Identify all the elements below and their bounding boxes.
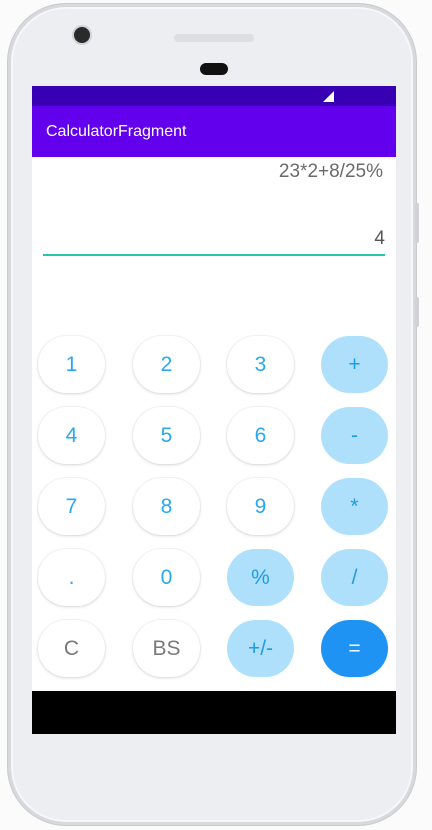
key-label: 4: [65, 423, 78, 447]
navigation-bar: [32, 691, 396, 734]
cell-signal-icon: [323, 91, 334, 102]
key-label: 0: [160, 565, 173, 589]
key-label: 5: [160, 423, 173, 447]
key-equals-button[interactable]: =: [321, 620, 388, 677]
key-4-button[interactable]: 4: [38, 407, 105, 464]
key-label: 7: [65, 494, 78, 518]
key-label: 1: [65, 352, 78, 376]
key-5-button[interactable]: 5: [133, 407, 200, 464]
key-subtract-button[interactable]: -: [321, 407, 388, 464]
expression-display: 23*2+8/25%: [278, 161, 383, 182]
app-screen: CalculatorFragment 23*2+8/25% 4 1 2 3 +4 5 6 -…: [32, 86, 396, 734]
key-label: 6: [254, 423, 267, 447]
result-field[interactable]: 4: [43, 226, 385, 256]
key-label: /: [351, 565, 358, 589]
key-label: %: [251, 565, 270, 589]
key-multiply-button[interactable]: *: [321, 478, 388, 535]
proximity-sensor: [200, 63, 228, 75]
key-label: +/-: [247, 636, 274, 660]
key-label: C: [63, 636, 80, 660]
key-label: 3: [254, 352, 267, 376]
status-bar: [32, 86, 396, 106]
app-bar: CalculatorFragment: [32, 106, 396, 157]
key-label: 8: [160, 494, 173, 518]
key-label: BS: [152, 636, 181, 660]
key-label: -: [351, 423, 358, 447]
front-camera-icon: [74, 27, 90, 43]
key-2-button[interactable]: 2: [133, 336, 200, 393]
key-9-button[interactable]: 9: [227, 478, 294, 535]
key-8-button[interactable]: 8: [133, 478, 200, 535]
device-stage: CalculatorFragment 23*2+8/25% 4 1 2 3 +4 5 6 -…: [0, 0, 432, 830]
key-label: 2: [160, 352, 173, 376]
key-percent-button[interactable]: %: [227, 549, 294, 606]
key-6-button[interactable]: 6: [227, 407, 294, 464]
key-7-button[interactable]: 7: [38, 478, 105, 535]
key-3-button[interactable]: 3: [227, 336, 294, 393]
key-backspace-button[interactable]: BS: [133, 620, 200, 677]
key-label: .: [68, 565, 75, 589]
key-label: +: [348, 352, 361, 376]
app-title: CalculatorFragment: [46, 122, 187, 140]
key-label: 9: [254, 494, 267, 518]
key-label: =: [348, 636, 361, 660]
key-add-button[interactable]: +: [321, 336, 388, 393]
key-1-button[interactable]: 1: [38, 336, 105, 393]
volume-button: [415, 203, 419, 243]
key-0-button[interactable]: 0: [133, 549, 200, 606]
power-button: [415, 297, 419, 327]
key-clear-button[interactable]: C: [38, 620, 105, 677]
key-label: *: [350, 494, 359, 518]
key-decimal-button[interactable]: .: [38, 549, 105, 606]
key-divide-button[interactable]: /: [321, 549, 388, 606]
key-toggle-sign-button[interactable]: +/-: [227, 620, 294, 677]
speaker-grille: [174, 34, 254, 42]
